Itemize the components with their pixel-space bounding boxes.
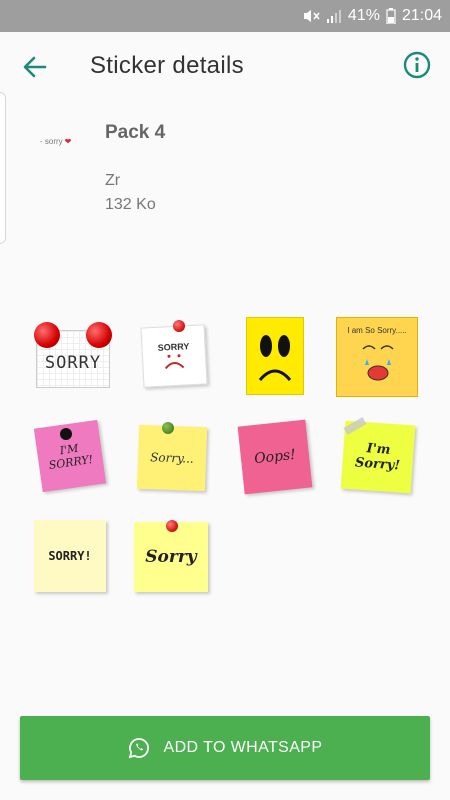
- sticker-text: Oops!: [253, 446, 297, 468]
- sticker-text: I'm Sorry!: [354, 441, 401, 474]
- sticker-item[interactable]: I'm Sorry!: [340, 417, 416, 494]
- sticker-note: Sorry: [134, 522, 208, 592]
- sticker-item[interactable]: SORRY: [138, 320, 210, 390]
- pin-icon: [34, 322, 60, 348]
- crying-face-icon: [362, 345, 394, 381]
- sad-face-icon: [258, 335, 292, 381]
- sticker-text: Sorry...: [149, 450, 194, 466]
- sticker-text: I'M SORRY!: [47, 441, 94, 472]
- status-bar: 41% 21:04: [0, 0, 450, 32]
- back-button[interactable]: [20, 52, 50, 82]
- previous-page-edge: [0, 92, 6, 244]
- pin-icon: [162, 422, 174, 434]
- add-to-whatsapp-button[interactable]: ADD TO WHATSAPP: [20, 716, 430, 780]
- pack-size: 132 Ko: [105, 196, 156, 213]
- tray-text: - sorry: [40, 136, 63, 146]
- mute-icon: [302, 8, 320, 24]
- pin-icon: [166, 520, 178, 532]
- sticker-note: Oops!: [237, 419, 313, 495]
- info-icon: [403, 51, 431, 79]
- sticker-item[interactable]: SORRY: [34, 322, 112, 390]
- status-indicators: 41% 21:04: [302, 0, 442, 32]
- back-arrow-icon: [23, 56, 47, 78]
- sticker-item[interactable]: [246, 317, 304, 395]
- sticker-text: SORRY: [44, 353, 102, 373]
- sticker-note: SORRY: [140, 324, 208, 388]
- pack-author: Zr: [105, 172, 121, 189]
- clock: 21:04: [401, 7, 442, 24]
- add-to-whatsapp-label: ADD TO WHATSAPP: [163, 739, 323, 756]
- sticker-item[interactable]: I am So Sorry.....: [336, 317, 418, 397]
- pin-icon: [60, 428, 72, 440]
- pin-icon: [173, 320, 185, 332]
- pin-icon: [86, 322, 112, 348]
- sticker-text: SORRY!: [48, 549, 92, 563]
- whatsapp-icon: [128, 738, 149, 759]
- sticker-text: I am So Sorry.....: [347, 326, 407, 335]
- sticker-item[interactable]: Sorry: [134, 520, 208, 592]
- sticker-note: [246, 317, 304, 395]
- sticker-note: SORRY!: [34, 520, 106, 592]
- sticker-item[interactable]: Oops!: [237, 419, 313, 495]
- battery-icon: [386, 8, 396, 24]
- sticker-item[interactable]: Sorry...: [136, 422, 208, 492]
- battery-percent: 41%: [347, 7, 380, 24]
- sticker-item[interactable]: SORRY!: [34, 520, 106, 592]
- heart-icon: ❤: [64, 136, 72, 146]
- info-button[interactable]: [402, 50, 432, 80]
- app-header: Sticker details: [0, 32, 450, 100]
- pack-tray-icon: - sorry ❤: [40, 134, 80, 148]
- signal-icon: [326, 9, 342, 23]
- page-title: Sticker details: [90, 52, 244, 79]
- sticker-item[interactable]: I'M SORRY!: [33, 419, 107, 493]
- pack-name: Pack 4: [105, 122, 166, 143]
- sad-face-icon: [164, 354, 185, 370]
- sticker-note: Sorry...: [136, 424, 208, 492]
- sticker-note: I am So Sorry.....: [336, 317, 418, 397]
- sticker-text: Sorry: [145, 547, 197, 567]
